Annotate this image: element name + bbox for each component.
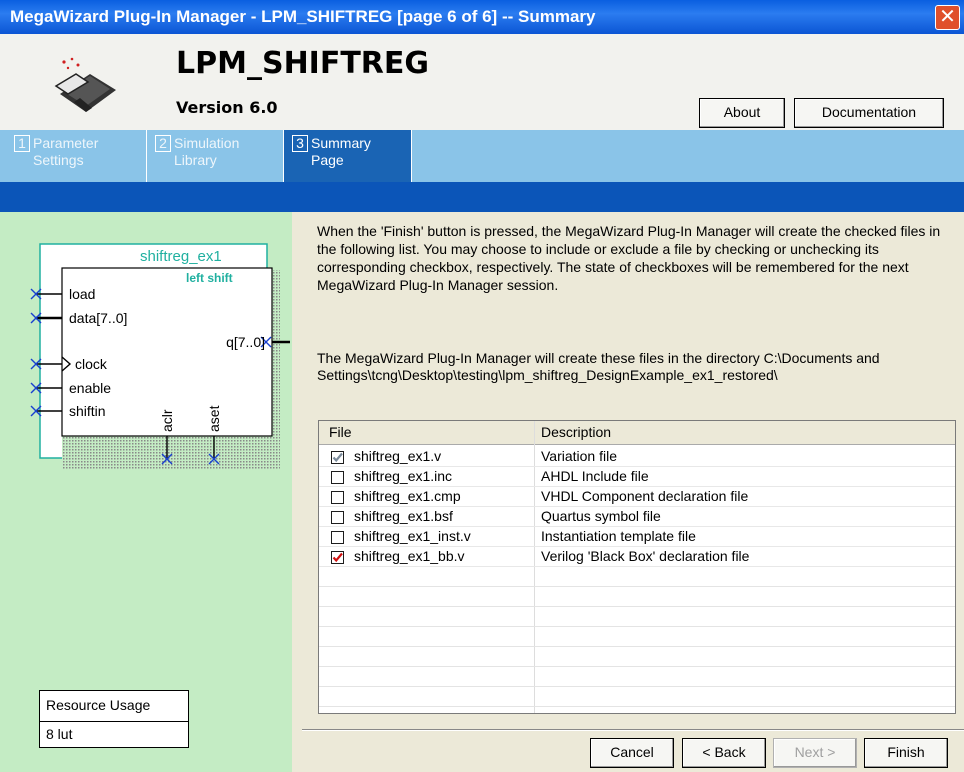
tab-label-line2: Page — [311, 152, 344, 168]
table-row[interactable]: shiftreg_ex1.v Variation file — [319, 447, 955, 467]
file-name: shiftreg_ex1_inst.v — [354, 528, 471, 544]
table-row-empty — [319, 567, 955, 587]
table-row[interactable]: shiftreg_ex1.cmp VHDL Component declarati… — [319, 487, 955, 507]
table-row[interactable]: shiftreg_ex1.inc AHDL Include file — [319, 467, 955, 487]
file-name: shiftreg_ex1.bsf — [354, 508, 453, 524]
tab-label-line1: Summary — [311, 135, 371, 151]
button-separator — [302, 729, 964, 731]
header: LPM_SHIFTREG Version 6.0 About Documenta… — [0, 34, 964, 130]
tab-summary-page[interactable]: 3 Summary Page — [284, 130, 412, 183]
close-button[interactable]: ✕ — [935, 5, 960, 30]
file-checkbox[interactable] — [331, 551, 344, 564]
check-mark-icon — [332, 452, 343, 463]
table-row-empty — [319, 687, 955, 707]
col-file-header[interactable]: File — [329, 424, 352, 440]
resource-usage-value: 8 lut — [40, 721, 188, 747]
window-title: MegaWizard Plug-In Manager - LPM_SHIFTRE… — [10, 7, 596, 26]
file-name: shiftreg_ex1_bb.v — [354, 548, 465, 564]
port-aset: aset — [206, 405, 222, 432]
symbol-mode-label: left shift — [186, 271, 233, 285]
page-tabs: 1 Parameter Settings 2 Simulation Library 3S… — [0, 130, 964, 183]
tab-underline-bar — [0, 182, 964, 212]
file-checkbox[interactable] — [331, 471, 344, 484]
port-q: q[7..0] — [226, 334, 265, 350]
col-description-header[interactable]: Description — [541, 424, 611, 440]
file-checkbox[interactable] — [331, 511, 344, 524]
table-row[interactable]: shiftreg_ex1_inst.v Instantiation templat… — [319, 527, 955, 547]
tab-label-line2: Library — [174, 152, 217, 168]
cancel-button[interactable]: Cancel — [590, 738, 674, 768]
port-load: load — [69, 286, 95, 302]
file-description: VHDL Component declaration file — [541, 488, 749, 504]
table-row[interactable]: shiftreg_ex1_bb.v Verilog 'Black Box' dec… — [319, 547, 955, 567]
about-button[interactable]: About — [699, 98, 785, 128]
file-description: Verilog 'Black Box' declaration file — [541, 548, 750, 564]
documentation-button[interactable]: Documentation — [794, 98, 944, 128]
finish-button[interactable]: Finish — [864, 738, 948, 768]
check-mark-icon — [332, 552, 343, 563]
tab-number: 3 — [292, 135, 308, 152]
title-bar: MegaWizard Plug-In Manager - LPM_SHIFTRE… — [0, 0, 964, 34]
file-checkbox[interactable] — [331, 531, 344, 544]
file-checkbox[interactable] — [331, 451, 344, 464]
file-name: shiftreg_ex1.inc — [354, 468, 453, 484]
component-symbol: shiftreg_ex1 left shift load data[7..0] … — [30, 243, 290, 470]
file-name: shiftreg_ex1.cmp — [354, 488, 461, 504]
table-row-empty — [319, 667, 955, 687]
symbol-instance-name: shiftreg_ex1 — [140, 248, 222, 265]
table-row[interactable]: shiftreg_ex1.bsf Quartus symbol file — [319, 507, 955, 527]
tab-label-line2: Settings — [33, 152, 84, 168]
directory-info-text: The MegaWizard Plug-In Manager will crea… — [317, 350, 880, 383]
file-description: Instantiation template file — [541, 528, 696, 544]
files-table: File Description shiftreg_ex1.v Variation… — [318, 420, 956, 714]
component-title: LPM_SHIFTREG — [176, 46, 430, 81]
port-aclr: aclr — [159, 409, 175, 432]
file-name: shiftreg_ex1.v — [354, 448, 442, 464]
component-version: Version 6.0 — [176, 98, 278, 117]
port-clock: clock — [75, 356, 108, 372]
table-header: File Description — [319, 421, 955, 445]
table-row-empty — [319, 647, 955, 667]
tab-parameter-settings[interactable]: 1 Parameter Settings — [0, 130, 147, 182]
table-row-empty — [319, 607, 955, 627]
resource-usage-header: Resource Usage — [46, 697, 151, 713]
tab-number: 1 — [14, 135, 30, 152]
megawizard-logo-icon — [54, 57, 116, 112]
finish-info-text: When the 'Finish' button is pressed, the… — [317, 223, 941, 293]
file-checkbox[interactable] — [331, 491, 344, 504]
port-shiftin: shiftin — [69, 403, 106, 419]
tab-number: 2 — [155, 135, 171, 152]
port-data: data[7..0] — [69, 310, 127, 326]
file-description: AHDL Include file — [541, 468, 649, 484]
tab-label-line1: Simulation — [174, 135, 240, 151]
next-button[interactable]: Next > — [773, 738, 857, 768]
file-description: Quartus symbol file — [541, 508, 661, 524]
tab-simulation-library[interactable]: 2 Simulation Library — [147, 130, 284, 182]
port-enable: enable — [69, 380, 111, 396]
resource-usage-box: Resource Usage 8 lut — [39, 690, 189, 748]
back-button[interactable]: < Back — [682, 738, 766, 768]
table-row-empty — [319, 627, 955, 647]
tab-label-line1: Parameter — [33, 135, 99, 151]
file-description: Variation file — [541, 448, 618, 464]
table-row-empty — [319, 587, 955, 607]
